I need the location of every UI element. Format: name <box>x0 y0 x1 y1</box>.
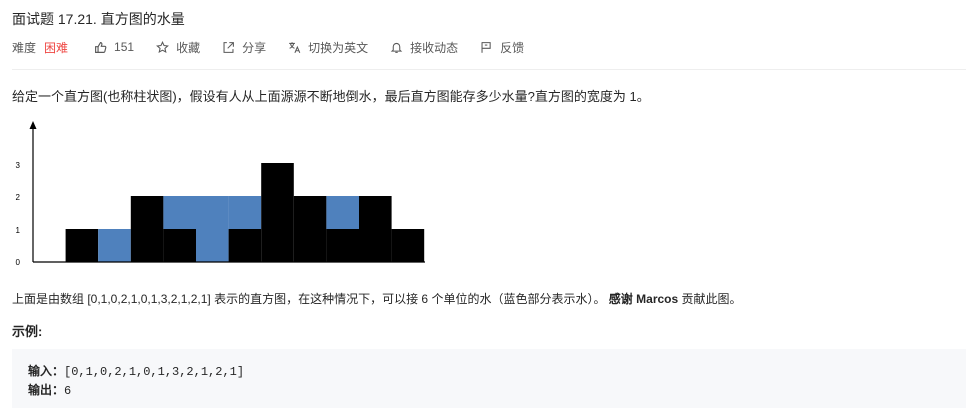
example-output-value: 6 <box>64 384 72 398</box>
histogram-bar <box>293 196 327 262</box>
histogram-bar <box>163 229 196 262</box>
problem-description: 给定一个直方图(也称柱状图)，假设有人从上面源源不断地倒水，最后直方图能存多少水… <box>12 89 650 104</box>
share-label: 分享 <box>242 40 267 55</box>
favorite-label: 收藏 <box>176 40 201 55</box>
histogram-bar <box>391 229 425 262</box>
problem-title: 面试题 17.21. 直方图的水量 <box>12 11 185 27</box>
figure-caption: 上面是由数组 [0,1,0,2,1,0,1,3,2,1,2,1] 表示的直方图，… <box>12 290 742 307</box>
notify-label: 接收动态 <box>410 40 459 55</box>
histogram-bar <box>359 196 392 262</box>
share-icon <box>223 41 234 53</box>
star-icon <box>156 40 170 53</box>
caption-suffix: 贡献此图。 <box>681 292 742 306</box>
example-input-row: 输入：[0,1,0,2,1,0,1,3,2,1,2,1] <box>28 362 950 381</box>
example-title: 示例: <box>12 324 43 339</box>
y-tick-label: 3 <box>16 161 21 170</box>
like-button[interactable]: 151 <box>94 40 134 54</box>
share-button[interactable]: 分享 <box>222 39 266 56</box>
histogram-bar <box>130 196 164 262</box>
histogram-bar <box>228 229 262 262</box>
water-bar <box>228 196 262 229</box>
feedback-button[interactable]: 反馈 <box>480 39 524 56</box>
histogram-figure: 0 1 2 3 <box>16 121 425 267</box>
bell-icon <box>390 42 403 53</box>
translate-icon <box>289 41 301 53</box>
y-axis-arrow <box>29 121 37 129</box>
y-tick-label: 1 <box>16 226 21 235</box>
example-output-label: 输出： <box>28 383 65 397</box>
example-input-label: 输入： <box>28 364 65 378</box>
header-divider <box>12 69 966 70</box>
histogram-bar <box>261 163 294 262</box>
y-tick-label: 2 <box>16 193 21 202</box>
difficulty-value: 困难 <box>44 40 69 55</box>
caption-text: 上面是由数组 [0,1,0,2,1,0,1,3,2,1,2,1] 表示的直方图，… <box>12 292 606 306</box>
switch-language-button[interactable]: 切换为英文 <box>288 39 368 56</box>
feedback-label: 反馈 <box>500 40 525 55</box>
caption-contributor: Marcos <box>636 292 679 306</box>
notify-button[interactable]: 接收动态 <box>390 39 458 56</box>
difficulty-label: 难度 <box>12 40 37 55</box>
water-bar <box>326 196 359 229</box>
example-output-row: 输出：6 <box>28 381 950 400</box>
histogram-bars-layer <box>65 163 425 262</box>
water-bar <box>98 229 131 262</box>
water-bar <box>163 196 196 229</box>
histogram-bar <box>65 229 99 262</box>
flag-icon <box>481 41 491 53</box>
caption-thanks: 感谢 <box>608 292 633 306</box>
example-code-block: 输入：[0,1,0,2,1,0,1,3,2,1,2,1] 输出：6 <box>12 349 966 408</box>
example-input-value: [0,1,0,2,1,0,1,3,2,1,2,1] <box>64 365 245 379</box>
favorite-button[interactable]: 收藏 <box>156 39 200 56</box>
switch-language-label: 切换为英文 <box>308 40 369 55</box>
histogram-bar <box>326 229 359 262</box>
y-tick-label: 0 <box>16 258 21 267</box>
water-bar <box>196 196 229 262</box>
problem-meta-bar: 难度 困难 151 收藏 分享 切换为英文 接收动态 反馈 <box>12 38 546 56</box>
like-count: 151 <box>114 40 135 54</box>
thumbs-up-icon <box>95 41 107 53</box>
